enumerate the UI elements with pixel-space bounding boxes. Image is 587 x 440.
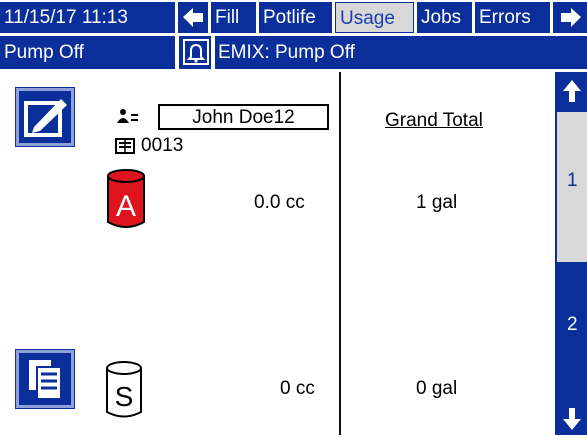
document-list-icon bbox=[29, 360, 62, 400]
arrow-down-icon bbox=[563, 408, 581, 430]
material-s-amount: 0 cc bbox=[280, 378, 315, 399]
tab-usage[interactable]: Usage bbox=[335, 2, 414, 33]
alarm-indicator bbox=[183, 39, 209, 65]
edit-icon bbox=[24, 99, 67, 137]
pump-status: Pump Off bbox=[4, 42, 84, 63]
user-name-field[interactable]: John Doe12 bbox=[158, 104, 329, 130]
arrow-up-icon bbox=[563, 80, 581, 102]
tab-fill[interactable]: Fill bbox=[211, 2, 256, 33]
tab-potlife[interactable]: Potlife bbox=[259, 2, 332, 33]
prev-screen-button[interactable] bbox=[178, 2, 208, 33]
alarm-message: EMIX: Pump Off bbox=[218, 42, 355, 63]
scroll-page-2[interactable]: 2 bbox=[557, 266, 587, 400]
page-2-label: 2 bbox=[567, 314, 578, 335]
bell-icon bbox=[186, 43, 206, 63]
scroll-up-button[interactable] bbox=[557, 76, 587, 108]
material-a-grand-total: 1 gal bbox=[416, 192, 458, 213]
status-bar: Pump Off EMIX: Pump Off bbox=[0, 36, 587, 69]
material-s-icon: S bbox=[106, 361, 142, 418]
tab-errors[interactable]: Errors bbox=[475, 2, 550, 33]
job-log-button[interactable] bbox=[16, 350, 74, 408]
job-number: 0013 bbox=[141, 135, 184, 156]
user-icon bbox=[117, 109, 138, 123]
scroll-down-button[interactable] bbox=[557, 402, 587, 435]
material-s-grand-total: 0 gal bbox=[416, 378, 458, 399]
material-s-letter: S bbox=[115, 381, 134, 412]
edit-button[interactable] bbox=[16, 88, 74, 146]
page-1-label: 1 bbox=[567, 170, 578, 191]
scroll-page-1[interactable]: 1 bbox=[557, 112, 587, 262]
material-a-amount: 0.0 cc bbox=[254, 192, 305, 213]
material-a-icon: A bbox=[107, 169, 145, 228]
next-screen-button[interactable] bbox=[553, 2, 587, 33]
datetime-display: 11/15/17 11:13 bbox=[0, 2, 175, 33]
arrow-right-icon bbox=[561, 8, 581, 27]
column-divider bbox=[339, 72, 341, 435]
job-icon bbox=[115, 138, 135, 154]
material-a-letter: A bbox=[116, 190, 136, 223]
arrow-left-icon bbox=[183, 8, 203, 27]
tab-jobs[interactable]: Jobs bbox=[417, 2, 472, 33]
grand-total-title: Grand Total bbox=[385, 110, 483, 131]
header-bar: 11/15/17 11:13 Fill Potlife Usage Jobs E… bbox=[0, 0, 587, 33]
